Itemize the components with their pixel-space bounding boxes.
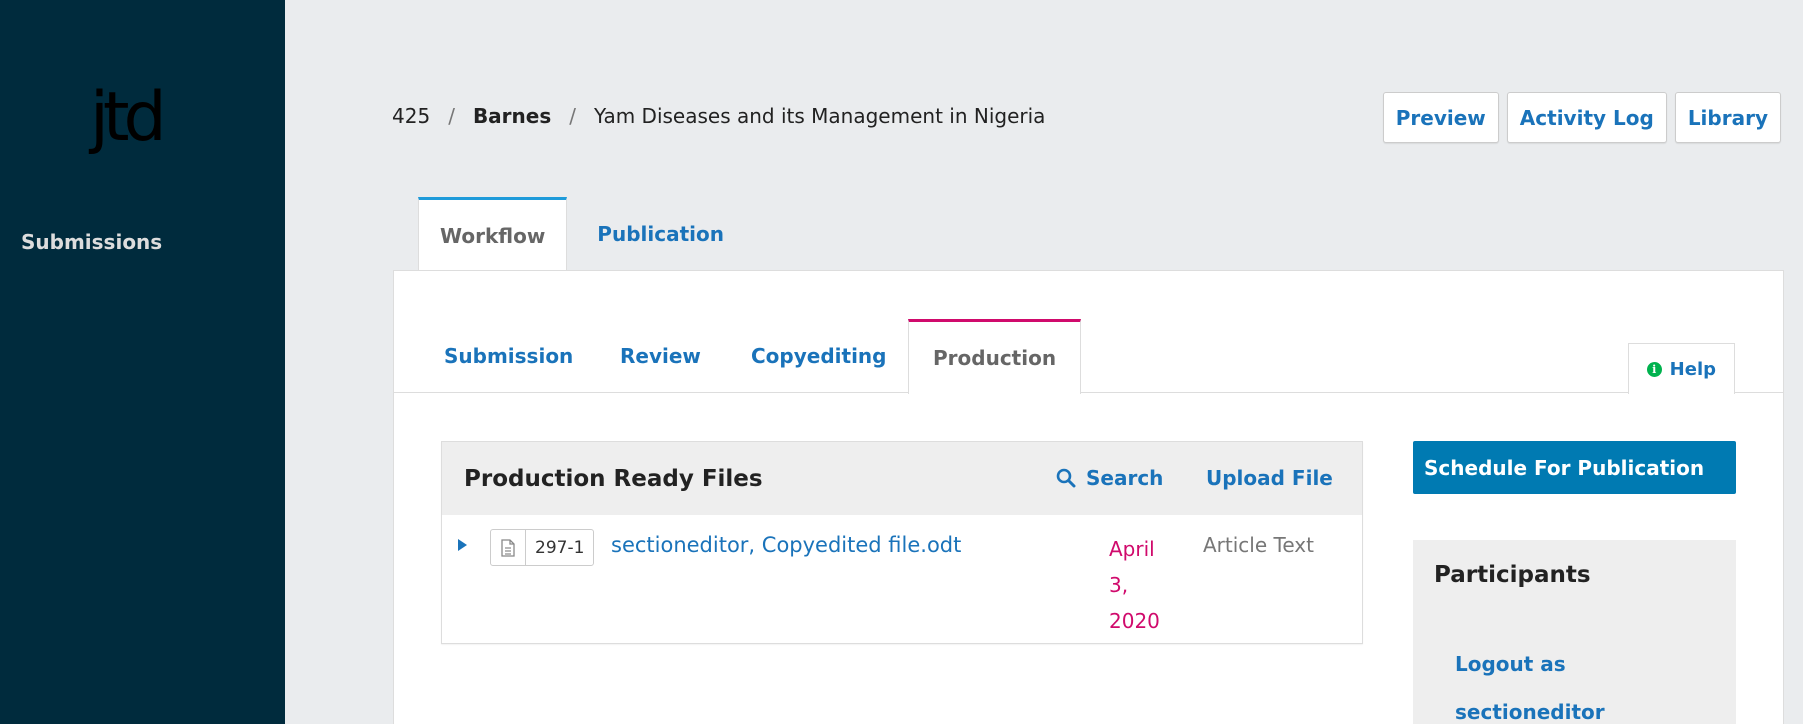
file-id: 297-1 (535, 537, 585, 558)
journal-logo[interactable]: jtd (90, 84, 200, 159)
workflow-panel: Submission Review Copyediting Production… (393, 270, 1784, 724)
sidebar: jtd Submissions (0, 0, 285, 724)
document-icon (491, 530, 526, 565)
logo-text: jtd (90, 78, 167, 157)
logout-as-link[interactable]: Logout as sectioneditor (1455, 640, 1655, 724)
search-icon (1056, 468, 1076, 488)
tab-publication[interactable]: Publication (567, 197, 745, 271)
file-date: April 3, 2020 (1109, 537, 1160, 633)
tab-copyediting[interactable]: Copyediting (751, 319, 886, 393)
help-label: Help (1669, 358, 1716, 380)
production-ready-files-grid: Production Ready Files Search Upload Fil… (441, 441, 1363, 644)
preview-button[interactable]: Preview (1382, 92, 1499, 143)
nav-submissions-link[interactable]: Submissions (21, 230, 162, 254)
breadcrumb-separator: / (569, 104, 576, 128)
submission-author: Barnes (472, 104, 552, 128)
top-tabs: Workflow Publication (418, 197, 745, 272)
breadcrumb-separator: / (448, 104, 455, 128)
file-name-link[interactable]: sectioneditor, Copyedited file.odt (611, 533, 961, 557)
search-label: Search (1086, 466, 1164, 490)
table-row: 297-1 sectioneditor, Copyedited file.odt… (442, 515, 1362, 645)
submission-id: 425 (392, 104, 431, 128)
library-button[interactable]: Library (1674, 92, 1781, 143)
file-type: Article Text (1203, 533, 1314, 557)
submission-title: Yam Diseases and its Management in Niger… (594, 104, 1046, 128)
tab-production[interactable]: Production (908, 319, 1082, 394)
search-button[interactable]: Search (1056, 466, 1163, 490)
help-button[interactable]: i Help (1627, 343, 1735, 394)
grid-title: Production Ready Files (464, 465, 763, 492)
tab-review[interactable]: Review (620, 319, 701, 393)
upload-file-button[interactable]: Upload File (1206, 466, 1333, 490)
participants-panel: Participants Logout as sectioneditor (1413, 540, 1736, 724)
expand-row-icon[interactable] (458, 539, 467, 551)
header-actions: Preview Activity Log Library (1382, 92, 1781, 143)
tab-submission[interactable]: Submission (444, 319, 573, 393)
activity-log-button[interactable]: Activity Log (1506, 92, 1667, 143)
info-icon: i (1646, 361, 1662, 377)
file-badge: 297-1 (490, 529, 595, 566)
breadcrumb: 425 / Barnes / Yam Diseases and its Mana… (392, 104, 1045, 128)
grid-header: Production Ready Files Search Upload Fil… (442, 442, 1362, 515)
stage-tabs: Submission Review Copyediting Production (394, 319, 1783, 394)
schedule-for-publication-button[interactable]: Schedule For Publication (1413, 441, 1736, 494)
participants-title: Participants (1434, 562, 1591, 588)
tab-workflow[interactable]: Workflow (418, 197, 568, 272)
